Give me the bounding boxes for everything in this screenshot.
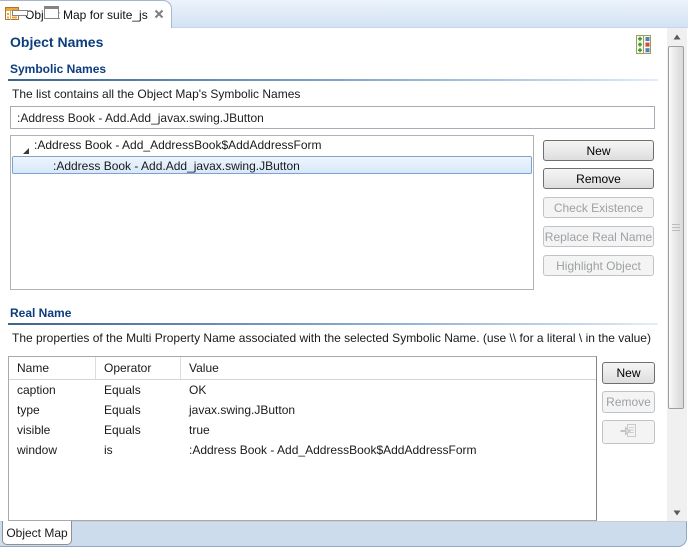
property-value: true: [181, 420, 596, 440]
paste-real-name-icon: [620, 423, 637, 441]
symbolic-names-heading: Symbolic Names: [10, 62, 106, 76]
window-controls: [0, 0, 70, 28]
highlight-object-button[interactable]: Highlight Object: [543, 255, 654, 276]
scroll-down-icon[interactable]: [667, 504, 687, 521]
property-value: OK: [181, 380, 596, 400]
symbolic-name-filter-input[interactable]: [10, 106, 655, 129]
table-row[interactable]: caption Equals OK: [9, 380, 596, 400]
tab-object-map-page[interactable]: Object Map: [2, 521, 72, 545]
symbolic-names-tree[interactable]: :Address Book - Add_AddressBook$AddAddre…: [10, 135, 534, 290]
paste-real-name-button[interactable]: [602, 420, 655, 444]
scrollbar-thumb[interactable]: [668, 46, 684, 409]
editor-tabbar: Object Map for suite_js: [0, 0, 688, 28]
real-name-properties-table[interactable]: Name Operator Value caption Equals OK ty…: [8, 356, 597, 521]
tree-item-parent[interactable]: :Address Book - Add_AddressBook$AddAddre…: [11, 136, 533, 155]
table-row[interactable]: window is :Address Book - Add_AddressBoo…: [9, 440, 596, 460]
scroll-up-icon[interactable]: [667, 28, 687, 45]
vertical-scrollbar[interactable]: [667, 28, 687, 521]
new-symbolic-name-button[interactable]: New: [543, 140, 654, 161]
property-operator: Equals: [96, 420, 181, 440]
real-name-heading: Real Name: [10, 306, 71, 320]
maximize-icon[interactable]: [44, 6, 59, 19]
property-value: :Address Book - Add_AddressBook$AddAddre…: [181, 440, 596, 460]
property-operator: Equals: [96, 380, 181, 400]
symbolic-names-description: The list contains all the Object Map's S…: [12, 87, 300, 101]
real-name-description: The properties of the Multi Property Nam…: [12, 331, 651, 345]
tree-item-label: :Address Book - Add.Add_javax.swing.JBut…: [53, 159, 300, 173]
column-header-name[interactable]: Name: [9, 357, 96, 379]
replace-real-name-button[interactable]: Replace Real Name: [543, 226, 654, 247]
thumb-grip: [672, 224, 680, 231]
bottom-tab-label: Object Map: [6, 526, 67, 540]
tree-item-selected[interactable]: :Address Book - Add.Add_javax.swing.JBut…: [12, 156, 532, 174]
view-toggle-grid-icon[interactable]: [636, 35, 651, 57]
new-property-button[interactable]: New: [602, 362, 655, 384]
property-operator: Equals: [96, 400, 181, 420]
table-row[interactable]: visible Equals true: [9, 420, 596, 440]
page-title: Object Names: [10, 34, 103, 50]
table-header-row: Name Operator Value: [9, 357, 596, 380]
property-operator: is: [96, 440, 181, 460]
close-icon[interactable]: [154, 8, 164, 22]
property-name: visible: [9, 420, 96, 440]
section-rule: [8, 323, 658, 325]
section-rule: [8, 79, 658, 81]
table-row[interactable]: type Equals javax.swing.JButton: [9, 400, 596, 420]
property-name: type: [9, 400, 96, 420]
remove-symbolic-name-button[interactable]: Remove: [543, 168, 654, 189]
property-value: javax.swing.JButton: [181, 400, 596, 420]
bottom-tab-strip: [0, 521, 687, 547]
minimize-icon[interactable]: [12, 10, 28, 16]
remove-property-button[interactable]: Remove: [602, 391, 655, 413]
property-name: caption: [9, 380, 96, 400]
tree-item-label: :Address Book - Add_AddressBook$AddAddre…: [34, 138, 321, 152]
object-map-editor: Object Map for suite_js Object Names Sym…: [0, 0, 688, 552]
property-name: window: [9, 440, 96, 460]
check-existence-button[interactable]: Check Existence: [543, 197, 654, 218]
column-header-operator[interactable]: Operator: [96, 357, 181, 379]
column-header-value[interactable]: Value: [181, 357, 596, 379]
